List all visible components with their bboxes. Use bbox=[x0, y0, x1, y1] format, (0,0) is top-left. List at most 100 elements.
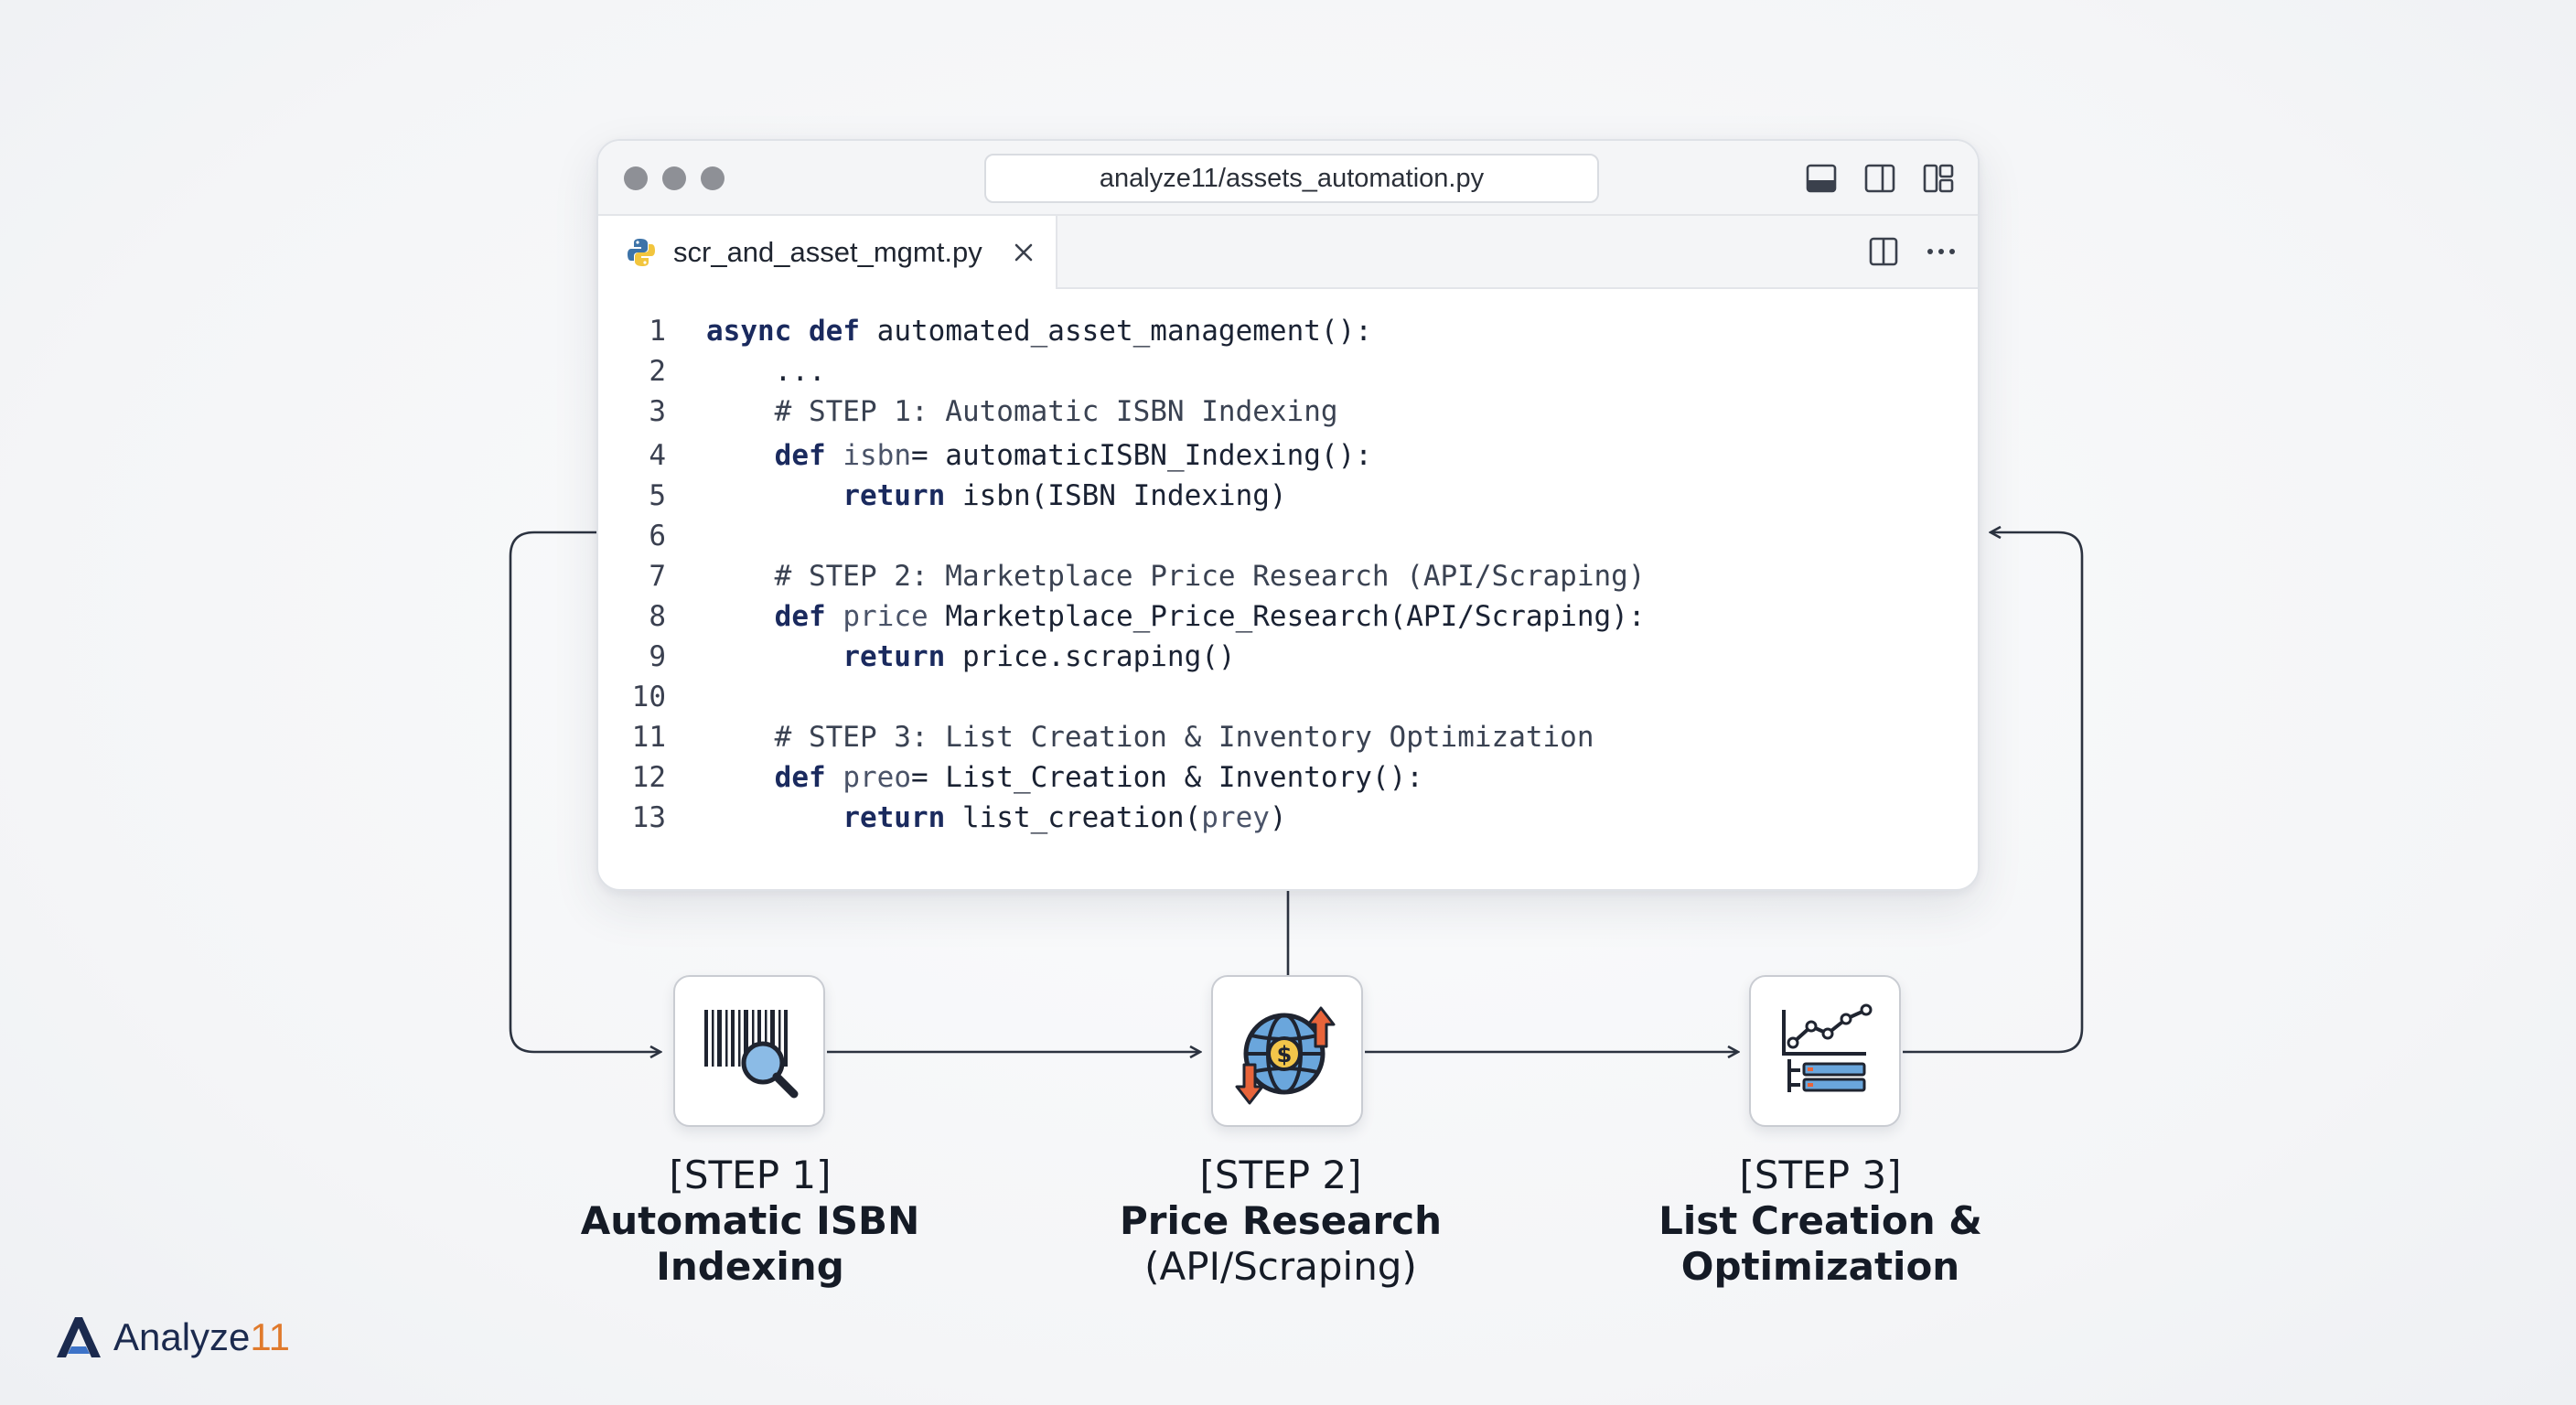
code-token: return bbox=[843, 801, 946, 834]
step2-title-line2: (API/Scraping) bbox=[1144, 1244, 1417, 1289]
code-line[interactable]: 6 bbox=[598, 516, 1978, 556]
step3-title-line1: List Creation & bbox=[1658, 1198, 1982, 1243]
line-number: 11 bbox=[631, 721, 666, 754]
layout-grid-icon[interactable] bbox=[1923, 163, 1954, 194]
line-number: 4 bbox=[649, 439, 666, 472]
line-number: 1 bbox=[649, 315, 666, 348]
code-token: Marketplace_Price_Research(API/Scraping)… bbox=[928, 600, 1646, 633]
barcode-search-icon bbox=[704, 1010, 799, 1099]
code-token: def bbox=[809, 315, 860, 348]
address-bar[interactable]: analyze11/assets_automation.py bbox=[984, 154, 1599, 203]
code-line[interactable]: 2 ... bbox=[598, 351, 1978, 391]
code-token: ) bbox=[1269, 801, 1287, 834]
line-number: 10 bbox=[631, 681, 666, 713]
line-number: 3 bbox=[649, 395, 666, 428]
code-line[interactable]: 7 # STEP 2: Marketplace Price Research (… bbox=[598, 556, 1978, 596]
code-text: def preo= List_Creation & Inventory(): bbox=[706, 757, 1423, 798]
line-number: 6 bbox=[649, 520, 666, 552]
brand-logo: Analyze11 bbox=[53, 1312, 290, 1363]
code-token: # STEP 1: Automatic ISBN Indexing bbox=[706, 395, 1338, 428]
window-maximize-dot[interactable] bbox=[701, 166, 724, 190]
code-text: def price Marketplace_Price_Research(API… bbox=[706, 596, 1646, 637]
code-line[interactable]: 3 # STEP 1: Automatic ISBN Indexing bbox=[598, 391, 1978, 432]
code-line[interactable]: 1 async def automated_asset_management(): bbox=[598, 311, 1978, 351]
window-minimize-dot[interactable] bbox=[662, 166, 686, 190]
step1-title-line1: Automatic ISBN bbox=[580, 1198, 920, 1243]
step2-number: [STEP 2] bbox=[1199, 1153, 1362, 1197]
line-number: 2 bbox=[649, 355, 666, 388]
code-token: = automaticISBN_Indexing(): bbox=[910, 439, 1372, 472]
step2-caption: [STEP 2] Price Research (API/Scraping) bbox=[1079, 1153, 1482, 1290]
title-bar: analyze11/assets_automation.py bbox=[598, 141, 1978, 216]
step1-number: [STEP 1] bbox=[669, 1153, 832, 1197]
code-token: # STEP 3: List Creation & Inventory Opti… bbox=[706, 721, 1594, 754]
step3-icon-box bbox=[1749, 975, 1901, 1127]
code-token: def bbox=[774, 600, 826, 633]
code-token: price.scraping() bbox=[945, 640, 1236, 673]
code-token: isbn bbox=[843, 439, 911, 472]
step1-icon-box bbox=[673, 975, 825, 1127]
step2-icon-box: $ bbox=[1211, 975, 1363, 1127]
code-token: automated_asset_management(): bbox=[860, 315, 1372, 348]
step3-caption: [STEP 3] List Creation & Optimization bbox=[1619, 1153, 2022, 1290]
tab-active-file[interactable]: scr_and_asset_mgmt.py bbox=[598, 216, 1057, 289]
code-token: list_creation( bbox=[945, 801, 1202, 834]
step3-number: [STEP 3] bbox=[1739, 1153, 1902, 1197]
code-token: def bbox=[774, 439, 826, 472]
close-icon[interactable] bbox=[1012, 241, 1036, 264]
code-line[interactable]: 8 def price Marketplace_Price_Research(A… bbox=[598, 596, 1978, 637]
code-token: prey bbox=[1201, 801, 1270, 834]
code-text: # STEP 2: Marketplace Price Research (AP… bbox=[706, 556, 1646, 596]
code-line[interactable]: 5 return isbn(ISBN Indexing) bbox=[598, 476, 1978, 516]
code-token: price bbox=[843, 600, 928, 633]
logo-name: Analyze bbox=[113, 1315, 251, 1358]
window-close-dot[interactable] bbox=[624, 166, 648, 190]
step3-title-line2: Optimization bbox=[1680, 1244, 1960, 1289]
code-line[interactable]: 9 return price.scraping() bbox=[598, 637, 1978, 677]
code-token: isbn(ISBN Indexing) bbox=[945, 479, 1287, 512]
code-text: # STEP 1: Automatic ISBN Indexing bbox=[706, 391, 1338, 432]
code-text: ... bbox=[706, 351, 826, 391]
svg-text:$: $ bbox=[1277, 1042, 1293, 1067]
code-line[interactable]: 10 bbox=[598, 677, 1978, 717]
code-line[interactable]: 11 # STEP 3: List Creation & Inventory O… bbox=[598, 717, 1978, 757]
code-token: preo bbox=[843, 761, 911, 794]
layout-side-panel-icon[interactable] bbox=[1864, 163, 1895, 194]
line-number: 8 bbox=[649, 600, 666, 633]
code-token: = List_Creation & Inventory(): bbox=[910, 761, 1423, 794]
code-line[interactable]: 4 def isbn= automaticISBN_Indexing(): bbox=[598, 435, 1978, 476]
code-text: return price.scraping() bbox=[706, 637, 1236, 677]
layout-bottom-panel-icon[interactable] bbox=[1806, 163, 1837, 194]
code-token: # STEP 2: Marketplace Price Research (AP… bbox=[706, 560, 1646, 593]
step1-title-line2: Indexing bbox=[656, 1244, 844, 1289]
tab-label: scr_and_asset_mgmt.py bbox=[673, 236, 982, 268]
python-icon bbox=[628, 239, 655, 266]
code-token: return bbox=[843, 640, 946, 673]
code-token: ... bbox=[706, 355, 826, 388]
analyze11-logo-icon bbox=[57, 1317, 101, 1357]
split-editor-icon[interactable] bbox=[1868, 236, 1899, 267]
code-line[interactable]: 12 def preo= List_Creation & Inventory()… bbox=[598, 757, 1978, 798]
line-number: 12 bbox=[631, 761, 666, 794]
step2-title-line1: Price Research bbox=[1119, 1198, 1443, 1243]
more-icon[interactable] bbox=[1923, 236, 1959, 267]
tab-bar: scr_and_asset_mgmt.py bbox=[598, 216, 1978, 289]
code-token: return bbox=[843, 479, 946, 512]
code-area[interactable]: 1 async def automated_asset_management():… bbox=[598, 291, 1978, 889]
globe-price-icon: $ bbox=[1235, 1006, 1336, 1105]
code-token: def bbox=[774, 761, 826, 794]
code-editor-window: analyze11/assets_automation.py scr_and_a… bbox=[596, 139, 1980, 891]
chart-list-icon bbox=[1782, 1003, 1873, 1092]
line-number: 13 bbox=[631, 801, 666, 834]
code-text: return isbn(ISBN Indexing) bbox=[706, 476, 1287, 516]
code-line[interactable]: 13 return list_creation(prey) bbox=[598, 798, 1978, 838]
line-number: 7 bbox=[649, 560, 666, 593]
